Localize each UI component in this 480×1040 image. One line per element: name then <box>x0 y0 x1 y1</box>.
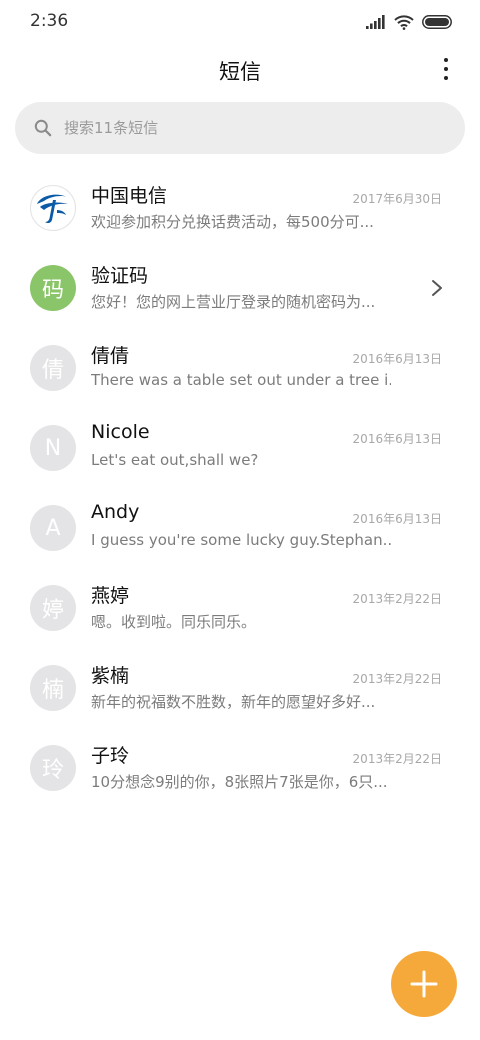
conversation-item[interactable]: 中国电信 2017年6月30日 欢迎参加积分兑换话费活动，每500分可... <box>0 168 480 248</box>
chevron-right-icon <box>432 280 442 296</box>
header: 短信 <box>0 44 480 94</box>
conversation-date: 2016年6月13日 <box>352 352 442 366</box>
conversation-preview: 10分想念9别的你，8张照片7张是你，6只... <box>91 773 388 791</box>
new-message-button[interactable] <box>391 951 457 1017</box>
conversation-item[interactable]: 楠 紫楠 2013年2月22日 新年的祝福数不胜数，新年的愿望好多好... <box>0 648 480 728</box>
search-bar[interactable] <box>15 102 465 154</box>
conversation-preview: 嗯。收到啦。同乐同乐。 <box>91 613 257 631</box>
search-icon <box>33 118 53 138</box>
conversation-list: 中国电信 2017年6月30日 欢迎参加积分兑换话费活动，每500分可... 码… <box>0 168 480 808</box>
avatar: 玲 <box>30 745 76 791</box>
conversation-name: 中国电信 <box>91 185 168 207</box>
avatar: 倩 <box>30 345 76 391</box>
conversation-item[interactable]: 婷 燕婷 2013年2月22日 嗯。收到啦。同乐同乐。 <box>0 568 480 648</box>
more-dot <box>444 67 448 71</box>
status-icons <box>366 12 452 32</box>
conversation-name: 紫楠 <box>91 665 130 687</box>
avatar: A <box>30 505 76 551</box>
signal-icon <box>366 15 385 29</box>
conversation-date: 2016年6月13日 <box>352 512 442 526</box>
conversation-name: Andy <box>91 501 140 523</box>
conversation-date: 2013年2月22日 <box>352 592 442 606</box>
conversation-name: Nicole <box>91 421 150 443</box>
avatar: 码 <box>30 265 76 311</box>
more-dot <box>444 76 448 80</box>
conversation-name: 燕婷 <box>91 585 130 607</box>
avatar: 楠 <box>30 665 76 711</box>
battery-icon <box>422 15 452 29</box>
search-input[interactable] <box>62 118 426 138</box>
conversation-item[interactable]: 倩 倩倩 2016年6月13日 There was a table set ou… <box>0 328 480 408</box>
conversation-item[interactable]: 玲 子玲 2013年2月22日 10分想念9别的你，8张照片7张是你，6只... <box>0 728 480 808</box>
conversation-date: 2013年2月22日 <box>352 752 442 766</box>
conversation-preview: 新年的祝福数不胜数，新年的愿望好多好... <box>91 693 376 711</box>
conversation-preview: Let's eat out,shall we? <box>91 451 259 469</box>
conversation-preview: I guess you're some lucky guy.Stephan... <box>91 531 391 549</box>
conversation-preview: 欢迎参加积分兑换话费活动，每500分可... <box>91 213 374 231</box>
wifi-icon <box>394 14 414 30</box>
conversation-date: 2016年6月13日 <box>352 432 442 446</box>
status-bar: 2:36 <box>0 0 480 44</box>
plus-icon <box>410 970 438 998</box>
more-options-button[interactable] <box>432 52 460 86</box>
conversation-name: 倩倩 <box>91 345 130 367</box>
conversation-date: 2013年2月22日 <box>352 672 442 686</box>
china-telecom-logo-icon <box>30 185 76 231</box>
conversation-preview: 您好！您的网上营业厅登录的随机密码为... <box>91 293 376 311</box>
avatar: 婷 <box>30 585 76 631</box>
avatar: N <box>30 425 76 471</box>
conversation-preview: There was a table set out under a tree i… <box>91 371 391 389</box>
conversation-item[interactable]: 码 验证码 您好！您的网上营业厅登录的随机密码为... <box>0 248 480 328</box>
conversation-item[interactable]: N Nicole 2016年6月13日 Let's eat out,shall … <box>0 408 480 488</box>
conversation-name: 验证码 <box>91 265 149 287</box>
conversation-name: 子玲 <box>91 745 130 767</box>
more-vertical-icon <box>444 58 448 62</box>
page-title: 短信 <box>219 60 261 84</box>
conversation-item[interactable]: A Andy 2016年6月13日 I guess you're some lu… <box>0 488 480 568</box>
status-time: 2:36 <box>30 11 69 31</box>
conversation-date: 2017年6月30日 <box>352 192 442 206</box>
